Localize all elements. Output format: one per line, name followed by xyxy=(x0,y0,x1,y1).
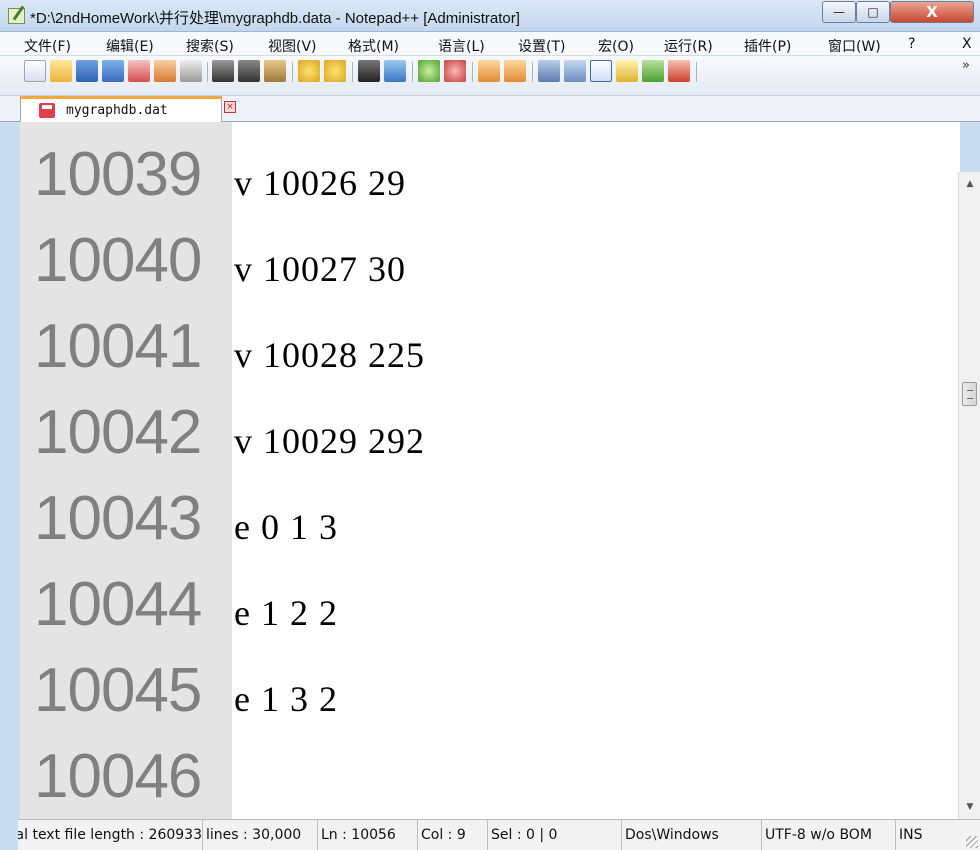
status-file-length: Normal text file length : 260933 xyxy=(18,820,203,850)
title-bar[interactable]: *D:\2ndHomeWork\并行处理\mygraphdb.data - No… xyxy=(0,0,980,32)
user-language-icon[interactable] xyxy=(616,60,638,82)
status-cursor-column: Col : 9 xyxy=(418,820,488,850)
close-window-button[interactable]: X xyxy=(890,1,974,23)
line-text[interactable]: v 10029 292 xyxy=(234,420,425,462)
save-all-icon[interactable] xyxy=(102,60,124,82)
line-number: 10040 xyxy=(34,226,202,295)
unsaved-file-icon xyxy=(39,103,55,118)
doc-map-icon[interactable] xyxy=(642,60,664,82)
toolbar-separator xyxy=(696,62,697,82)
editor-line[interactable]: 10041 v 10028 225 xyxy=(20,304,960,390)
menu-format[interactable]: 格式(M) xyxy=(348,36,399,56)
sync-horizontal-icon[interactable] xyxy=(504,60,526,82)
menu-file[interactable]: 文件(F) xyxy=(24,36,71,56)
tab-bar: mygraphdb.dat × xyxy=(0,96,980,123)
show-all-chars-icon[interactable] xyxy=(564,60,586,82)
print-icon[interactable] xyxy=(180,60,202,82)
function-list-icon[interactable] xyxy=(668,60,690,82)
scroll-thumb[interactable] xyxy=(962,382,977,406)
tab-label: mygraphdb.dat xyxy=(66,103,168,118)
maximize-button[interactable]: □ xyxy=(856,1,890,23)
editor-line[interactable]: 10039 v 10026 29 xyxy=(20,132,960,218)
save-icon[interactable] xyxy=(76,60,98,82)
toolbar-overflow-button[interactable]: » xyxy=(962,58,970,73)
tab-mygraphdb[interactable]: mygraphdb.dat × xyxy=(20,96,236,123)
menu-window[interactable]: 窗口(W) xyxy=(828,36,881,56)
close-icon[interactable] xyxy=(128,60,150,82)
notepadpp-app-icon[interactable] xyxy=(8,8,25,24)
menu-view[interactable]: 视图(V) xyxy=(268,36,317,56)
cut-icon[interactable] xyxy=(212,60,234,82)
tab-close-button[interactable]: × xyxy=(224,101,236,113)
status-line-count: lines : 30,000 xyxy=(203,820,318,850)
menu-bar: 文件(F) 编辑(E) 搜索(S) 视图(V) 格式(M) 语言(L) 设置(T… xyxy=(0,32,980,56)
line-text[interactable]: e 1 2 2 xyxy=(234,592,338,634)
line-number: 10046 xyxy=(34,742,202,811)
menu-search[interactable]: 搜索(S) xyxy=(186,36,234,56)
undo-icon[interactable] xyxy=(298,60,320,82)
sync-vertical-icon[interactable] xyxy=(478,60,500,82)
line-text[interactable]: e 1 3 2 xyxy=(234,678,338,720)
line-text[interactable]: v 10026 29 xyxy=(234,162,406,204)
menu-settings[interactable]: 设置(T) xyxy=(518,36,565,56)
toolbar-separator xyxy=(207,62,208,82)
copy-icon[interactable] xyxy=(238,60,260,82)
minimize-button[interactable]: — xyxy=(822,1,856,23)
toolbar-separator xyxy=(412,62,413,82)
status-selection: Sel : 0 | 0 xyxy=(488,820,622,850)
editor-line[interactable]: 10045 e 1 3 2 xyxy=(20,648,960,734)
editor-line[interactable]: 10040 v 10027 30 xyxy=(20,218,960,304)
line-text[interactable]: e 0 1 3 xyxy=(234,506,338,548)
line-number: 10039 xyxy=(34,140,202,209)
scroll-down-arrow-icon[interactable]: ▼ xyxy=(962,799,978,815)
menu-language[interactable]: 语言(L) xyxy=(438,36,485,56)
status-cursor-line: Ln : 10056 xyxy=(318,820,418,850)
window-title: *D:\2ndHomeWork\并行处理\mygraphdb.data - No… xyxy=(30,10,520,27)
line-number: 10041 xyxy=(34,312,202,381)
scroll-up-arrow-icon[interactable]: ▲ xyxy=(962,176,978,192)
replace-icon[interactable] xyxy=(384,60,406,82)
new-file-icon[interactable] xyxy=(24,60,46,82)
paste-icon[interactable] xyxy=(264,60,286,82)
line-number: 10044 xyxy=(34,570,202,639)
menu-edit[interactable]: 编辑(E) xyxy=(106,36,154,56)
toolbar-separator xyxy=(352,62,353,82)
notepadpp-window: *D:\2ndHomeWork\并行处理\mygraphdb.data - No… xyxy=(0,0,980,850)
editor-line[interactable]: 10043 e 0 1 3 xyxy=(20,476,960,562)
vertical-scrollbar[interactable]: ▲ ▼ xyxy=(958,172,980,819)
zoom-in-icon[interactable] xyxy=(418,60,440,82)
menu-run[interactable]: 运行(R) xyxy=(664,36,713,56)
status-encoding[interactable]: UTF-8 w/o BOM xyxy=(762,820,896,850)
line-text[interactable]: v 10027 30 xyxy=(234,248,406,290)
indent-guide-icon[interactable] xyxy=(590,60,612,82)
line-text[interactable]: v 10028 225 xyxy=(234,334,425,376)
find-icon[interactable] xyxy=(358,60,380,82)
menu-macro[interactable]: 宏(O) xyxy=(598,36,634,56)
line-number: 10043 xyxy=(34,484,202,553)
text-editor[interactable]: 10039 v 10026 29 10040 v 10027 30 10041 … xyxy=(20,122,960,819)
toolbar-separator xyxy=(292,62,293,82)
status-eol-format[interactable]: Dos\Windows xyxy=(622,820,762,850)
zoom-out-icon[interactable] xyxy=(444,60,466,82)
close-all-icon[interactable] xyxy=(154,60,176,82)
toolbar: » xyxy=(0,56,980,96)
line-number: 10045 xyxy=(34,656,202,725)
status-bar: Normal text file length : 260933 lines :… xyxy=(18,819,980,850)
resize-grip-icon[interactable] xyxy=(966,836,978,848)
redo-icon[interactable] xyxy=(324,60,346,82)
close-document-button[interactable]: X xyxy=(962,36,972,52)
menu-plugins[interactable]: 插件(P) xyxy=(744,36,791,56)
toolbar-separator xyxy=(532,62,533,82)
open-file-icon[interactable] xyxy=(50,60,72,82)
line-number: 10042 xyxy=(34,398,202,467)
toolbar-separator xyxy=(472,62,473,82)
status-insert-mode[interactable]: INS xyxy=(896,820,936,850)
editor-line[interactable]: 10044 e 1 2 2 xyxy=(20,562,960,648)
menu-help[interactable]: ? xyxy=(908,36,915,52)
editor-line[interactable]: 10042 v 10029 292 xyxy=(20,390,960,476)
word-wrap-icon[interactable] xyxy=(538,60,560,82)
editor-line[interactable]: 10046 xyxy=(20,734,960,819)
